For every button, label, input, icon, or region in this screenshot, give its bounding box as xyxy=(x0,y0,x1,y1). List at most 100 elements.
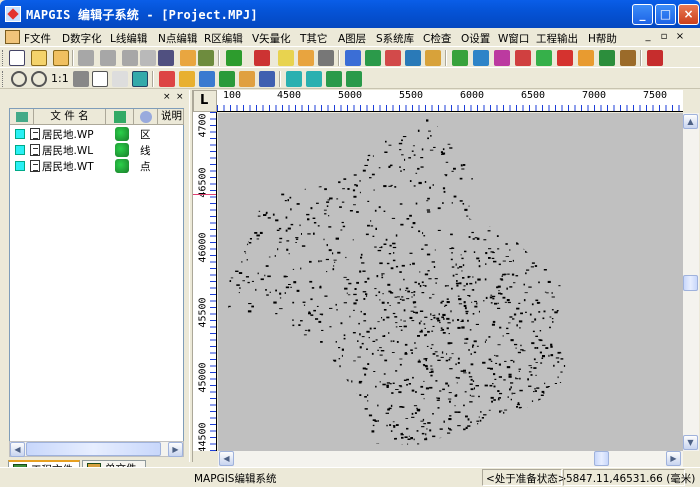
header-type[interactable]: 说明 xyxy=(158,109,184,125)
pointer-icon[interactable] xyxy=(112,71,128,87)
scroll-thumb[interactable] xyxy=(26,442,161,456)
add-point-icon[interactable] xyxy=(226,50,242,66)
file-checkbox[interactable] xyxy=(15,145,25,155)
edit-icon[interactable] xyxy=(180,50,196,66)
layer-group-icon[interactable] xyxy=(259,71,275,87)
map-canvas[interactable] xyxy=(218,113,683,451)
menu-region-edit[interactable]: R区编辑 xyxy=(204,31,243,46)
zoom-ratio-button[interactable]: 1:1 xyxy=(51,72,69,85)
point-delete-icon[interactable] xyxy=(318,50,334,66)
zoom-out-icon[interactable] xyxy=(31,71,47,87)
close-button[interactable]: × xyxy=(678,4,699,25)
ruler-corner[interactable]: L xyxy=(193,90,217,112)
region-split-icon[interactable] xyxy=(515,50,531,66)
open-folder-icon[interactable] xyxy=(31,50,47,66)
help-pointer-icon[interactable] xyxy=(158,50,174,66)
menu-vectorize[interactable]: V矢量化 xyxy=(252,31,291,46)
undo-icon[interactable] xyxy=(140,50,156,66)
line-param-icon[interactable] xyxy=(425,50,441,66)
header-file-name[interactable]: 文 件 名 xyxy=(34,109,106,125)
open-project-icon[interactable] xyxy=(53,50,69,66)
menu-layer[interactable]: A图层 xyxy=(338,31,366,46)
menu-system-library[interactable]: S系统库 xyxy=(376,31,414,46)
move-top-icon[interactable] xyxy=(326,71,342,87)
scroll-right-button[interactable]: ▶ xyxy=(666,451,681,466)
pan-hand-icon[interactable] xyxy=(92,71,108,87)
scroll-left-button[interactable]: ◀ xyxy=(219,451,234,466)
menu-window[interactable]: W窗口 xyxy=(498,31,529,46)
toolbar-grip[interactable] xyxy=(2,71,5,87)
line-copy-icon[interactable] xyxy=(385,50,401,66)
move-down-icon[interactable] xyxy=(306,71,322,87)
point-select-icon[interactable] xyxy=(254,50,270,66)
file-list-scrollbar[interactable]: ◀ ▶ xyxy=(9,441,184,457)
menu-digitize[interactable]: D数字化 xyxy=(62,31,102,46)
move-bottom-icon[interactable] xyxy=(346,71,362,87)
new-file-icon[interactable] xyxy=(9,50,25,66)
layer-check-icon[interactable] xyxy=(219,71,235,87)
menu-line-edit[interactable]: L线编辑 xyxy=(110,31,147,46)
save-all-icon[interactable] xyxy=(100,50,116,66)
point-move-icon[interactable] xyxy=(278,50,294,66)
menu-project-output[interactable]: 工程输出 xyxy=(536,31,578,46)
scroll-left-button[interactable]: ◀ xyxy=(10,442,25,457)
layer-icon[interactable] xyxy=(159,71,175,87)
panel-close-button[interactable]: × xyxy=(176,92,184,102)
menu-other[interactable]: T其它 xyxy=(300,31,327,46)
document-icon[interactable] xyxy=(5,30,20,44)
maximize-button[interactable]: □ xyxy=(655,4,676,25)
line-input-icon[interactable] xyxy=(345,50,361,66)
status-icon[interactable] xyxy=(115,143,129,157)
line-edit-icon[interactable] xyxy=(405,50,421,66)
region-select-icon[interactable] xyxy=(473,50,489,66)
file-row[interactable]: 居民地.WL 线 xyxy=(10,142,183,158)
print-icon[interactable] xyxy=(198,50,214,66)
app-icon[interactable] xyxy=(5,6,21,22)
horizontal-scroll-thumb[interactable] xyxy=(594,451,609,466)
region-label-icon[interactable] xyxy=(620,50,636,66)
save-as-icon[interactable] xyxy=(122,50,138,66)
scroll-right-button[interactable]: ▶ xyxy=(168,442,183,457)
file-checkbox[interactable] xyxy=(15,161,25,171)
mdi-close-button[interactable]: × xyxy=(673,31,687,44)
zoom-in-icon[interactable] xyxy=(11,71,27,87)
menu-settings[interactable]: O设置 xyxy=(461,31,490,46)
map-horizontal-scrollbar[interactable]: ◀ ▶ xyxy=(218,451,683,467)
panel-pin-button[interactable]: × xyxy=(163,92,171,102)
mdi-minimize-button[interactable]: _ xyxy=(641,31,655,44)
region-copy-icon[interactable] xyxy=(536,50,552,66)
map-vertical-scrollbar[interactable]: ▲ ▼ xyxy=(683,113,699,451)
header-icon-column[interactable] xyxy=(10,109,34,125)
refresh-icon[interactable] xyxy=(132,71,148,87)
header-edit-column[interactable] xyxy=(134,109,158,125)
minimize-button[interactable]: _ xyxy=(632,4,653,25)
move-up-icon[interactable] xyxy=(286,71,302,87)
line-select-icon[interactable] xyxy=(365,50,381,66)
point-copy-icon[interactable] xyxy=(298,50,314,66)
layer-modify-icon[interactable] xyxy=(239,71,255,87)
menu-help[interactable]: H帮助 xyxy=(588,31,617,46)
scroll-up-button[interactable]: ▲ xyxy=(683,114,698,129)
status-icon[interactable] xyxy=(115,127,129,141)
vertical-scroll-thumb[interactable] xyxy=(683,275,698,291)
region-delete-icon[interactable] xyxy=(599,50,615,66)
menu-file[interactable]: F文件 xyxy=(24,31,51,46)
pen-tool-icon[interactable] xyxy=(647,50,663,66)
scroll-down-button[interactable]: ▼ xyxy=(683,435,698,450)
status-icon[interactable] xyxy=(115,159,129,173)
header-status-column[interactable] xyxy=(106,109,134,125)
mdi-restore-button[interactable]: ▫ xyxy=(657,31,671,44)
region-merge-icon[interactable] xyxy=(494,50,510,66)
region-input-icon[interactable] xyxy=(452,50,468,66)
save-icon[interactable] xyxy=(78,50,94,66)
toolbar-grip[interactable] xyxy=(2,50,5,66)
region-param-icon[interactable] xyxy=(578,50,594,66)
layer-edit-icon[interactable] xyxy=(179,71,195,87)
layer-open-icon[interactable] xyxy=(199,71,215,87)
menu-check[interactable]: C检查 xyxy=(423,31,451,46)
zoom-window-icon[interactable] xyxy=(73,71,89,87)
file-row[interactable]: 居民地.WP 区 xyxy=(10,126,183,142)
menu-point-edit[interactable]: N点编辑 xyxy=(158,31,197,46)
region-fill-icon[interactable] xyxy=(557,50,573,66)
file-checkbox[interactable] xyxy=(15,129,25,139)
